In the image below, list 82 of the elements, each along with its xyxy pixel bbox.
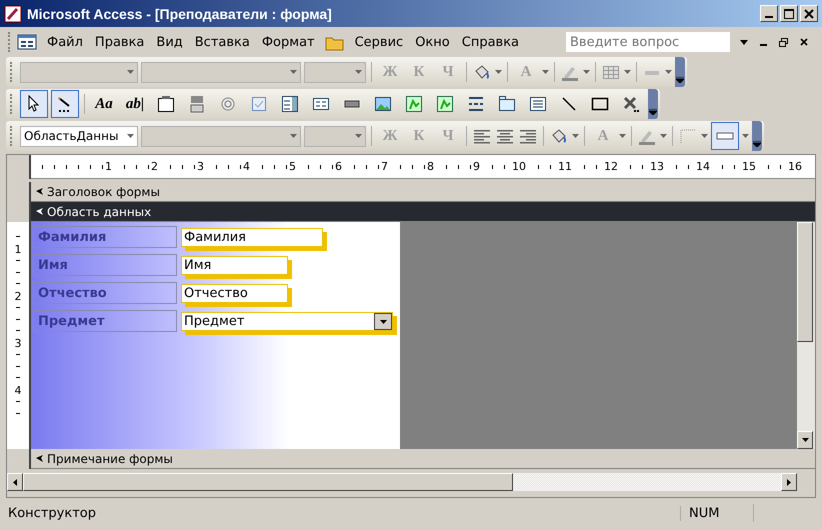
tab-control-icon xyxy=(497,94,517,114)
dropdown-caret-icon[interactable] xyxy=(127,134,134,138)
toolbox-button[interactable]: ab| xyxy=(121,90,149,118)
menu-item[interactable]: Вставка xyxy=(188,32,256,52)
wand-tool-button[interactable] xyxy=(51,90,79,118)
ruler-number: 4 xyxy=(242,160,251,173)
ruler-number: 14 xyxy=(695,160,711,173)
status-text: Конструктор xyxy=(8,506,97,520)
section-title: Область данных xyxy=(47,204,152,218)
minimize-button[interactable] xyxy=(760,5,778,22)
section-bar[interactable]: Область данных xyxy=(31,202,815,222)
scroll-down-button[interactable] xyxy=(797,431,813,449)
ruler-number: 9 xyxy=(472,160,481,173)
menu-item[interactable]: Окно xyxy=(409,32,456,52)
scroll-left-button[interactable] xyxy=(7,473,23,491)
toolbox-button[interactable]: Aa xyxy=(90,90,118,118)
window-title: Microsoft Access - [Преподаватели : форма] xyxy=(27,6,333,22)
ruler-number: 15 xyxy=(741,160,757,173)
ruler-number: 6 xyxy=(334,160,343,173)
vertical-scrollbar[interactable] xyxy=(797,222,815,449)
special-effect-icon xyxy=(716,131,734,141)
ruler-number: 8 xyxy=(426,160,435,173)
object-frame-icon xyxy=(404,94,424,114)
ruler-number: 3 xyxy=(14,337,22,350)
marked-square-icon xyxy=(249,94,269,114)
ruler-number: 11 xyxy=(557,160,573,173)
menu-item[interactable]: Сервис xyxy=(348,32,410,52)
maximize-button[interactable] xyxy=(780,5,798,22)
close-button[interactable] xyxy=(800,5,818,22)
ruler-number: 7 xyxy=(380,160,389,173)
tools-icon xyxy=(621,94,641,114)
menu-item[interactable]: Справка xyxy=(456,32,526,52)
subform-icon xyxy=(528,94,548,114)
field-label: Фамилия xyxy=(33,226,177,248)
image-icon xyxy=(373,94,393,114)
maximize-icon xyxy=(784,8,794,18)
scroll-right-button[interactable] xyxy=(781,473,797,491)
app-icon xyxy=(4,4,22,22)
page-break-icon xyxy=(466,94,486,114)
menu-item[interactable]: Правка xyxy=(88,32,150,52)
frame-icon xyxy=(156,94,176,114)
close-icon xyxy=(804,8,814,18)
restore-icon[interactable] xyxy=(779,38,788,46)
ruler-number: 1 xyxy=(14,243,22,256)
ruler-number: 3 xyxy=(196,160,205,173)
ruler-number: 4 xyxy=(14,384,22,397)
special-effect-button[interactable] xyxy=(711,122,739,150)
help-search-field[interactable]: Введите вопрос xyxy=(566,32,730,52)
form-icon[interactable] xyxy=(17,34,37,50)
status-indicator: NUM xyxy=(680,506,749,520)
arrow-icon xyxy=(787,478,791,486)
ruler-number: 13 xyxy=(649,160,665,173)
close-icon[interactable] xyxy=(800,38,808,46)
object-combo-box[interactable]: ОбластьДанны xyxy=(20,126,138,146)
ruler-number: 16 xyxy=(787,160,803,173)
ruler-number: 2 xyxy=(150,160,159,173)
field-label: Отчество xyxy=(33,282,177,304)
toolbar-options-icon[interactable] xyxy=(648,89,658,119)
section-title: Заголовок формы xyxy=(47,184,160,198)
field-label: Предмет xyxy=(33,310,177,332)
align-right-icon[interactable] xyxy=(518,127,538,145)
align-left-icon[interactable] xyxy=(472,127,492,145)
scrollbar-thumb[interactable] xyxy=(23,473,513,491)
ruler-number: 5 xyxy=(288,160,297,173)
field-label: Имя xyxy=(33,254,177,276)
dropdown-caret-icon[interactable] xyxy=(740,40,748,44)
ruler-number: 10 xyxy=(511,160,527,173)
section-title: Примечание формы xyxy=(47,452,173,466)
pointer-tool-button[interactable] xyxy=(20,90,48,118)
toolbar-options-icon[interactable] xyxy=(675,57,685,87)
dropdown-button[interactable] xyxy=(374,313,392,330)
object-frame-icon xyxy=(435,94,455,114)
ruler-number: 12 xyxy=(603,160,619,173)
menu-item[interactable]: Вид xyxy=(150,32,189,52)
align-center-icon[interactable] xyxy=(495,127,515,145)
menu-item[interactable]: Формат xyxy=(256,32,321,52)
arrow-icon xyxy=(13,478,17,486)
toolbar-options-icon[interactable] xyxy=(752,121,762,151)
ruler-number: 1 xyxy=(104,160,113,173)
minimize-icon xyxy=(765,16,773,18)
ruler-number: 2 xyxy=(14,290,22,303)
menu-item[interactable]: Файл xyxy=(41,32,89,52)
